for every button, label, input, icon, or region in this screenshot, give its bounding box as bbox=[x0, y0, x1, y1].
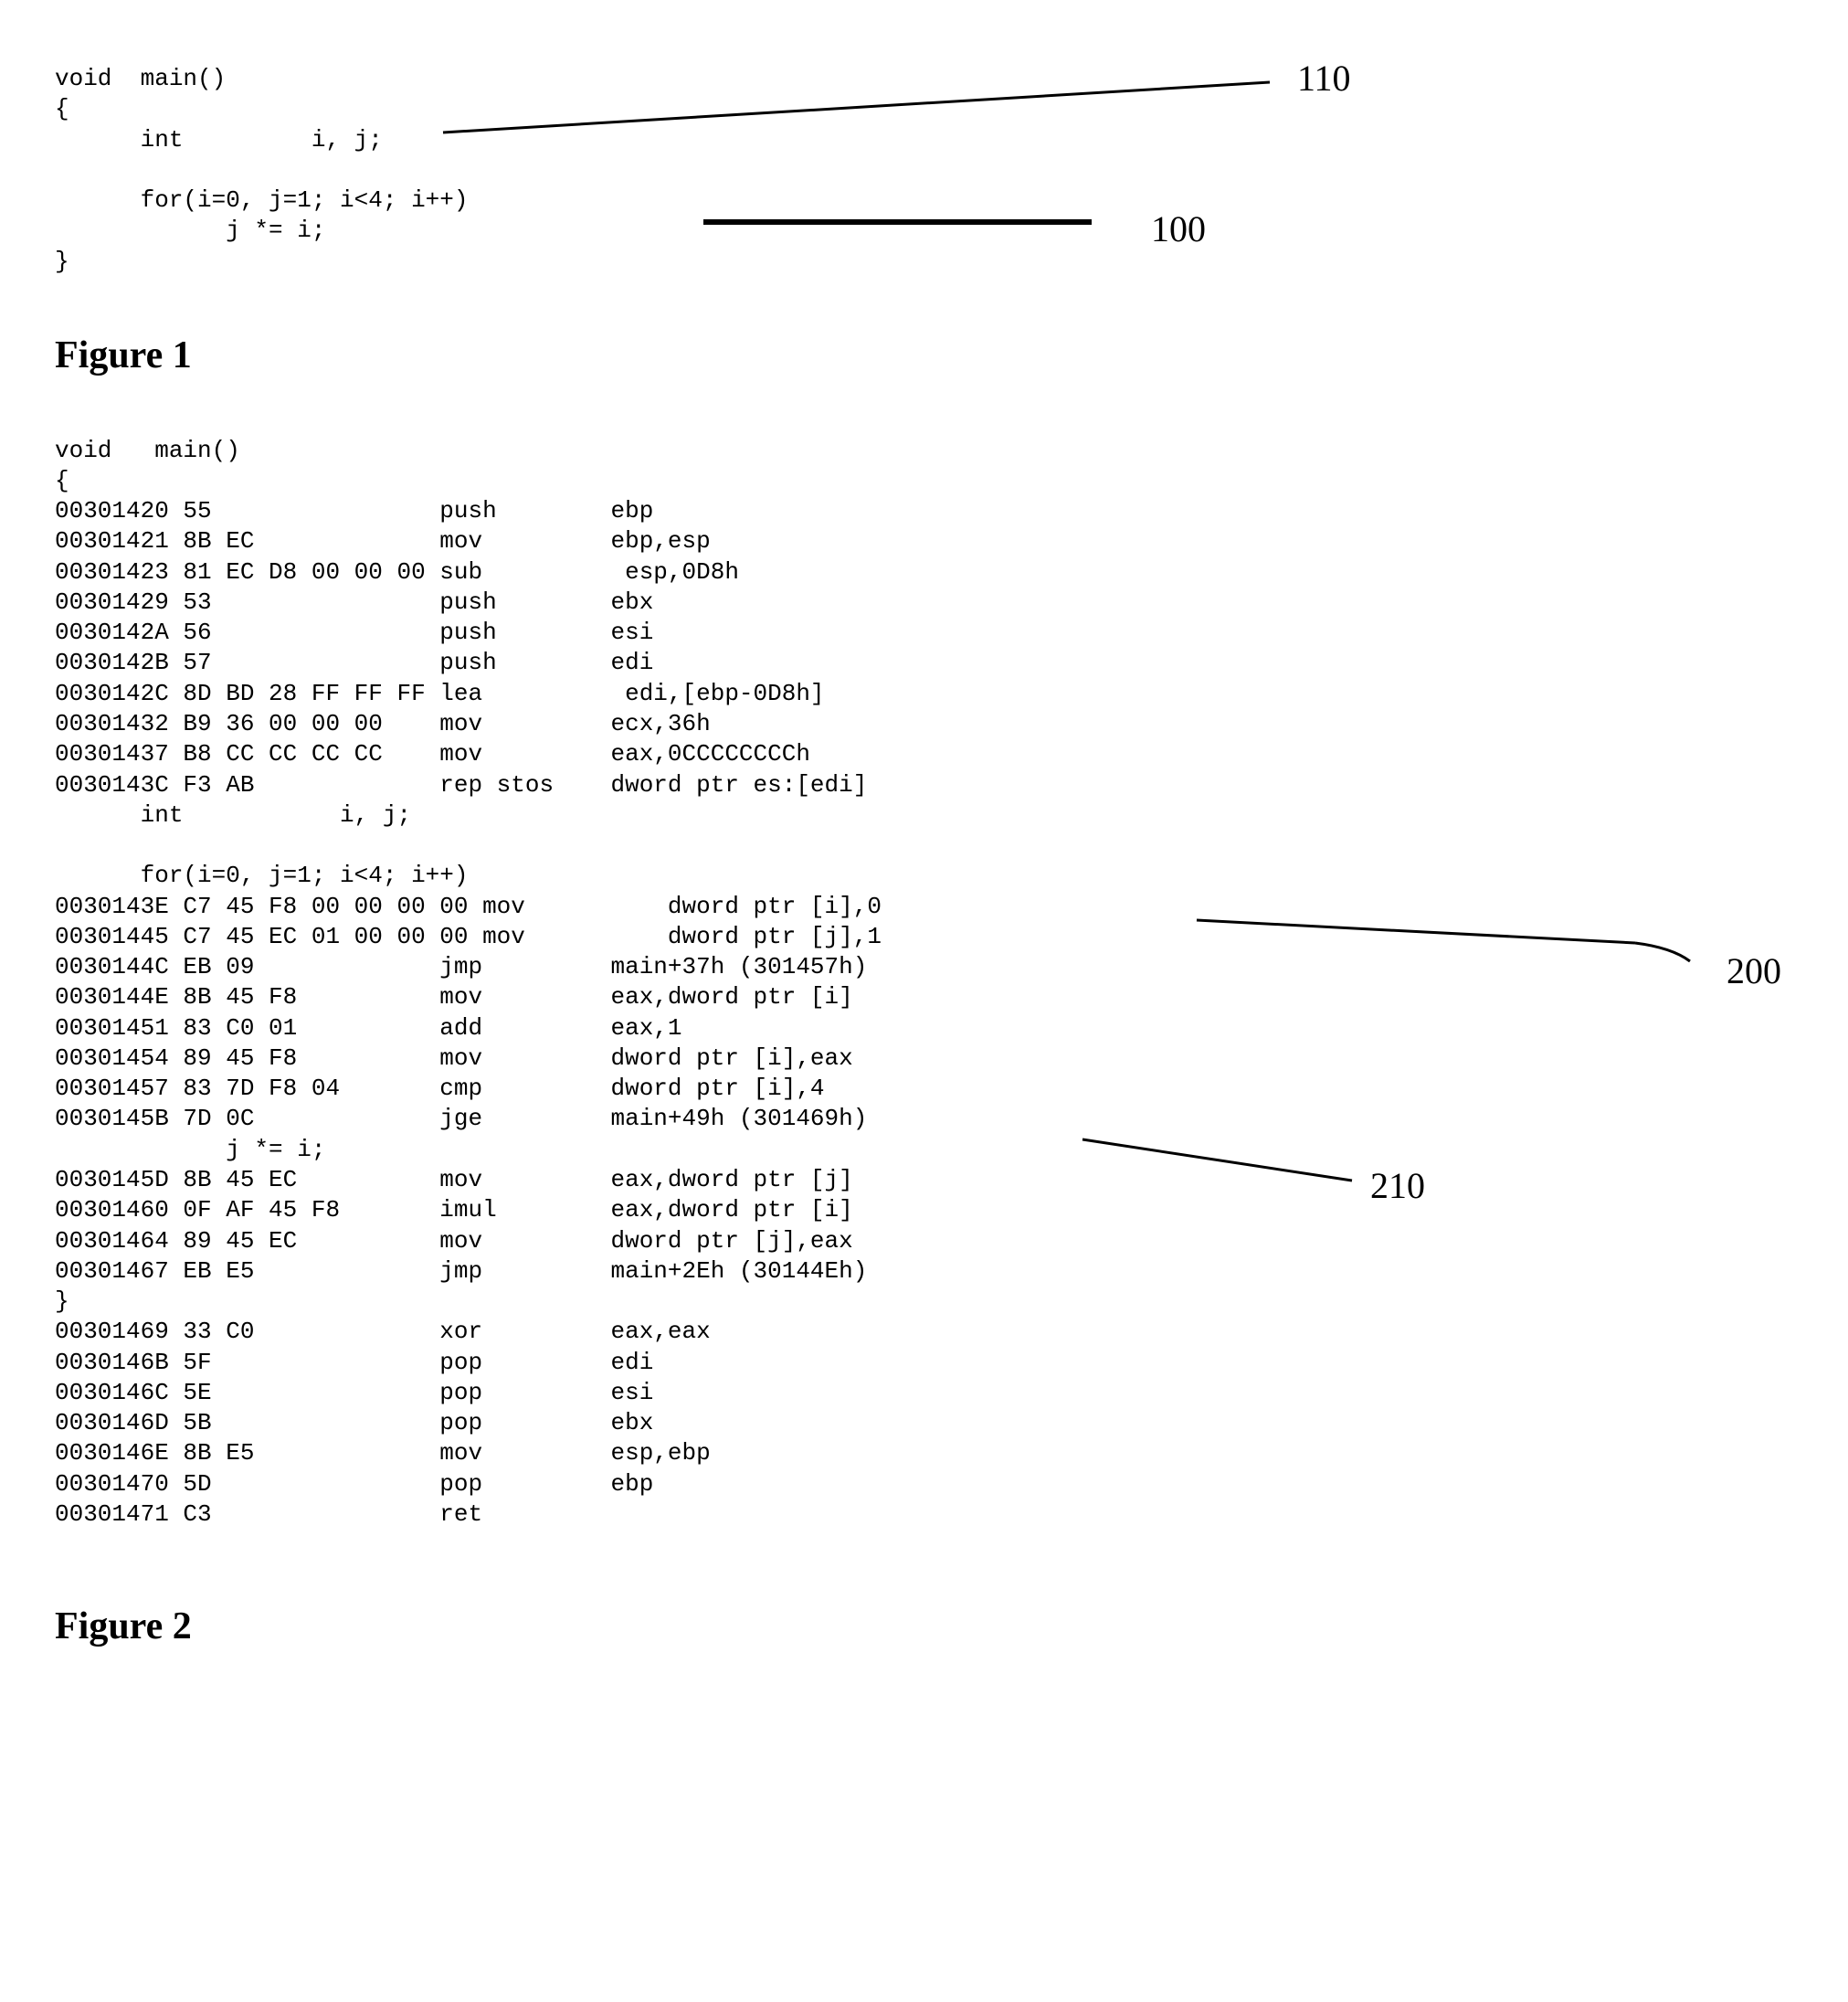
figure2-code: void main() { 00301420 55 push ebp 00301… bbox=[55, 436, 1793, 1531]
figure1-code: void main() { int i, j; for(i=0, j=1; i<… bbox=[55, 64, 1793, 277]
figure2-label: Figure 2 bbox=[55, 1603, 1793, 1652]
figure2-callout-200: 200 bbox=[1727, 948, 1781, 994]
figure1-label: Figure 1 bbox=[55, 332, 1793, 381]
figure1-callout-110: 110 bbox=[1297, 55, 1351, 101]
figure2-callout-210: 210 bbox=[1370, 1162, 1425, 1209]
figure1-callout-100: 100 bbox=[1151, 206, 1206, 252]
